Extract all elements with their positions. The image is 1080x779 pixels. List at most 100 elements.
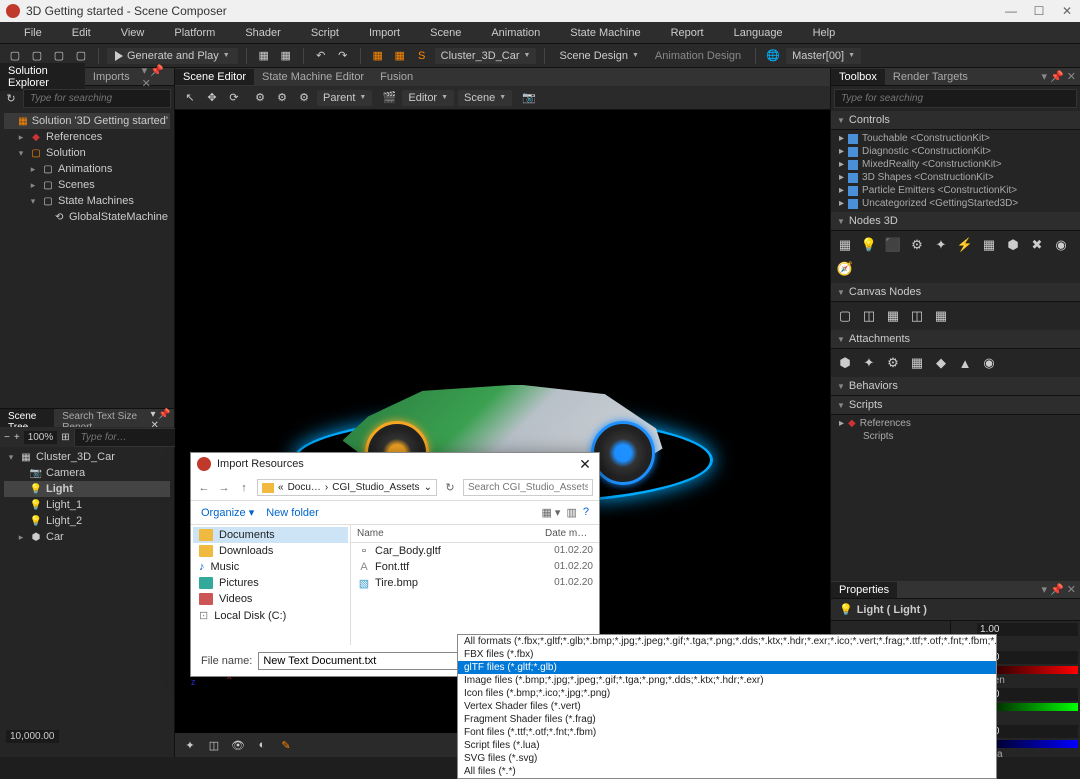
folder-pictures[interactable]: Pictures bbox=[193, 575, 348, 591]
solution-state-machines[interactable]: ▾▢State Machines bbox=[4, 193, 170, 209]
format-option[interactable]: FBX files (*.fbx) bbox=[458, 648, 996, 661]
folder-music[interactable]: ♪Music bbox=[193, 559, 348, 575]
menu-scene[interactable]: Scene bbox=[416, 24, 475, 42]
folder-local-disk[interactable]: ⊡Local Disk (C:) bbox=[193, 607, 348, 624]
toolbox-search[interactable] bbox=[834, 89, 1077, 108]
expand-icon[interactable]: ⊞ bbox=[61, 428, 69, 446]
tool-icon-2[interactable]: ⚙ bbox=[273, 89, 291, 107]
solution-scenes[interactable]: ▸▢Scenes bbox=[4, 177, 170, 193]
move-icon[interactable]: ✥ bbox=[203, 89, 221, 107]
render-targets-tab[interactable]: Render Targets bbox=[885, 69, 976, 85]
canvas-icon[interactable]: ◫ bbox=[859, 306, 879, 326]
scene-dropdown[interactable]: Scene bbox=[458, 90, 512, 106]
cursor-icon[interactable]: ↖ bbox=[181, 89, 199, 107]
format-option[interactable]: SVG files (*.svg) bbox=[458, 752, 996, 765]
node-icon[interactable]: ⚡ bbox=[955, 235, 975, 255]
file-row[interactable]: AFont.ttf01.02.20 bbox=[351, 559, 599, 575]
scene-icon-1[interactable]: ▦ bbox=[369, 47, 387, 65]
node-icon[interactable]: ▦ bbox=[835, 235, 855, 255]
globe-icon[interactable]: 🌐 bbox=[764, 47, 782, 65]
imports-tab[interactable]: Imports bbox=[85, 69, 138, 85]
dialog-search-input[interactable] bbox=[463, 479, 593, 496]
maximize-button[interactable]: ☐ bbox=[1032, 4, 1046, 18]
tree-car[interactable]: ▸⬢Car bbox=[4, 529, 170, 545]
control-item[interactable]: ▸Touchable <ConstructionKit> bbox=[835, 132, 1076, 145]
folder-downloads[interactable]: Downloads bbox=[193, 543, 348, 559]
details-icon[interactable]: ▥ bbox=[566, 506, 576, 519]
cluster-dropdown[interactable]: Cluster_3D_Car bbox=[435, 48, 537, 64]
toolbox-tab[interactable]: Toolbox bbox=[831, 69, 885, 85]
dialog-close-button[interactable]: ✕ bbox=[577, 456, 593, 473]
attach-icon[interactable]: ⚙ bbox=[883, 353, 903, 373]
scripts-references[interactable]: ▸◆References bbox=[835, 417, 1076, 430]
canvas-section[interactable]: Canvas Nodes bbox=[831, 283, 1080, 302]
attachments-section[interactable]: Attachments bbox=[831, 330, 1080, 349]
tool-icon-3[interactable]: ⚙ bbox=[295, 89, 313, 107]
node-icon[interactable]: ▦ bbox=[979, 235, 999, 255]
attach-icon[interactable]: ⬢ bbox=[835, 353, 855, 373]
filename-input[interactable] bbox=[258, 652, 463, 670]
parent-dropdown[interactable]: Parent bbox=[317, 90, 372, 106]
nav-up-icon[interactable]: ↑ bbox=[237, 482, 251, 494]
master-dropdown[interactable]: Master[00] bbox=[786, 48, 861, 64]
format-option[interactable]: Icon files (*.bmp;*.ico;*.jpg;*.png) bbox=[458, 687, 996, 700]
format-option[interactable]: Image files (*.bmp;*.jpg;*.jpeg;*.gif;*.… bbox=[458, 674, 996, 687]
menu-platform[interactable]: Platform bbox=[160, 24, 229, 42]
attach-icon[interactable]: ▦ bbox=[907, 353, 927, 373]
animation-design-tab[interactable]: Animation Design bbox=[649, 48, 747, 64]
scene-tree-tab[interactable]: Scene Tree bbox=[0, 409, 54, 427]
tree-camera[interactable]: 📷Camera bbox=[4, 465, 170, 481]
solution-animations[interactable]: ▸▢Animations bbox=[4, 161, 170, 177]
vp-tool-4[interactable]: ◐ bbox=[253, 736, 271, 754]
control-item[interactable]: ▸Particle Emitters <ConstructionKit> bbox=[835, 184, 1076, 197]
attach-icon[interactable]: ✦ bbox=[859, 353, 879, 373]
editor-dropdown[interactable]: Editor bbox=[402, 90, 454, 106]
menu-animation[interactable]: Animation bbox=[477, 24, 554, 42]
search-text-size-tab[interactable]: Search Text Size Report bbox=[54, 409, 150, 427]
toolbar-icon-b[interactable]: ▦ bbox=[277, 47, 295, 65]
tool-icon-1[interactable]: ⚙ bbox=[251, 89, 269, 107]
close-button[interactable]: ✕ bbox=[1060, 4, 1074, 18]
format-option[interactable]: All formats (*.fbx;*.gltf;*.glb;*.bmp;*.… bbox=[458, 635, 996, 648]
format-option-selected[interactable]: glTF files (*.gltf;*.glb) bbox=[458, 661, 996, 674]
format-option[interactable]: Vertex Shader files (*.vert) bbox=[458, 700, 996, 713]
folder-videos[interactable]: Videos bbox=[193, 591, 348, 607]
toolbar-icon-a[interactable]: ▦ bbox=[255, 47, 273, 65]
node-icon[interactable]: 🧭 bbox=[835, 259, 855, 279]
fusion-tab[interactable]: Fusion bbox=[372, 69, 421, 85]
rotate-icon[interactable]: ⟳ bbox=[225, 89, 243, 107]
properties-tab[interactable]: Properties bbox=[831, 582, 897, 598]
menu-help[interactable]: Help bbox=[799, 24, 850, 42]
help-icon[interactable]: ? bbox=[583, 506, 589, 519]
pin-icon[interactable]: ▾ 📌 ✕ bbox=[151, 409, 174, 427]
attach-icon[interactable]: ◉ bbox=[979, 353, 999, 373]
format-option[interactable]: Fragment Shader files (*.frag) bbox=[458, 713, 996, 726]
format-option[interactable]: Script files (*.lua) bbox=[458, 739, 996, 752]
behaviors-section[interactable]: Behaviors bbox=[831, 377, 1080, 396]
vp-tool-2[interactable]: ◫ bbox=[205, 736, 223, 754]
generate-play-button[interactable]: Generate and Play ▼ bbox=[107, 48, 238, 64]
zoom-out-icon[interactable]: − bbox=[4, 428, 10, 446]
attach-icon[interactable]: ▲ bbox=[955, 353, 975, 373]
scripts-section[interactable]: Scripts bbox=[831, 396, 1080, 415]
redo-icon[interactable]: ↷ bbox=[334, 47, 352, 65]
nav-fwd-icon[interactable]: → bbox=[217, 482, 231, 494]
camera-tool-icon[interactable]: 📷 bbox=[520, 89, 538, 107]
vp-tool-3[interactable]: 👁 bbox=[229, 736, 247, 754]
scene-icon-2[interactable]: ▦ bbox=[391, 47, 409, 65]
breadcrumb[interactable]: « Docu…› CGI_Studio_Assets ⌄ bbox=[257, 479, 437, 496]
undo-icon[interactable]: ↶ bbox=[312, 47, 330, 65]
node-icon[interactable]: ✦ bbox=[931, 235, 951, 255]
organize-button[interactable]: Organize ▾ bbox=[201, 506, 254, 519]
solution-gsm[interactable]: ⟲GlobalStateMachine bbox=[4, 209, 170, 225]
solution-search-input[interactable] bbox=[23, 89, 171, 108]
control-item[interactable]: ▸3D Shapes <ConstructionKit> bbox=[835, 171, 1076, 184]
canvas-icon[interactable]: ▦ bbox=[931, 306, 951, 326]
vp-tool-5[interactable]: ✎ bbox=[277, 736, 295, 754]
col-name[interactable]: Name bbox=[351, 525, 539, 542]
nodes3d-section[interactable]: Nodes 3D bbox=[831, 212, 1080, 231]
control-item[interactable]: ▸Diagnostic <ConstructionKit> bbox=[835, 145, 1076, 158]
scene-icon-3[interactable]: S bbox=[413, 47, 431, 65]
solution-explorer-tab[interactable]: Solution Explorer bbox=[0, 63, 85, 91]
menu-report[interactable]: Report bbox=[657, 24, 718, 42]
